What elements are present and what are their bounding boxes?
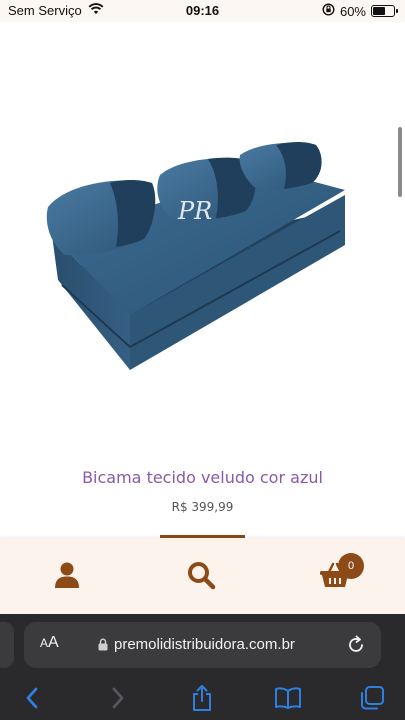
cart-count-badge: 0 <box>338 553 364 579</box>
bookmarks-button[interactable] <box>274 684 302 712</box>
back-button[interactable] <box>18 684 46 712</box>
watermark: PR <box>177 197 212 225</box>
account-button[interactable] <box>50 558 84 592</box>
chevron-left-icon <box>26 687 38 709</box>
previous-tab-peek[interactable] <box>0 622 14 668</box>
orientation-lock-icon <box>322 3 335 19</box>
address-bar[interactable]: AA premolidistribuidora.com.br <box>24 622 381 668</box>
product-price: R$ 399,99 <box>171 500 234 514</box>
status-bar: Sem Serviço 09:16 60% <box>0 0 405 22</box>
browser-bottom-bar: AA premolidistribuidora.com.br <box>0 614 405 720</box>
forward-button[interactable] <box>104 684 132 712</box>
battery-icon <box>371 5 398 17</box>
search-button[interactable] <box>184 558 218 592</box>
tabs-button[interactable] <box>358 684 386 712</box>
tabs-icon <box>361 686 384 710</box>
user-icon <box>55 562 79 588</box>
status-right: 60% <box>322 3 398 19</box>
share-button[interactable] <box>188 684 216 712</box>
browser-toolbar <box>0 682 405 714</box>
share-icon <box>193 685 211 711</box>
url-text[interactable]: premolidistribuidora.com.br <box>114 636 295 653</box>
product-title[interactable]: Bicama tecido veludo cor azul <box>0 468 405 487</box>
scroll-indicator[interactable] <box>398 127 402 197</box>
book-icon <box>275 687 301 709</box>
lock-icon <box>98 638 108 656</box>
text-size-button[interactable]: AA <box>40 634 59 652</box>
search-icon <box>188 562 216 590</box>
reload-icon[interactable] <box>346 635 366 660</box>
battery-percent: 60% <box>339 3 366 19</box>
sofa-bed-illustration: PR <box>46 142 345 370</box>
chevron-right-icon <box>112 687 124 709</box>
product-image[interactable]: PR <box>40 135 360 380</box>
